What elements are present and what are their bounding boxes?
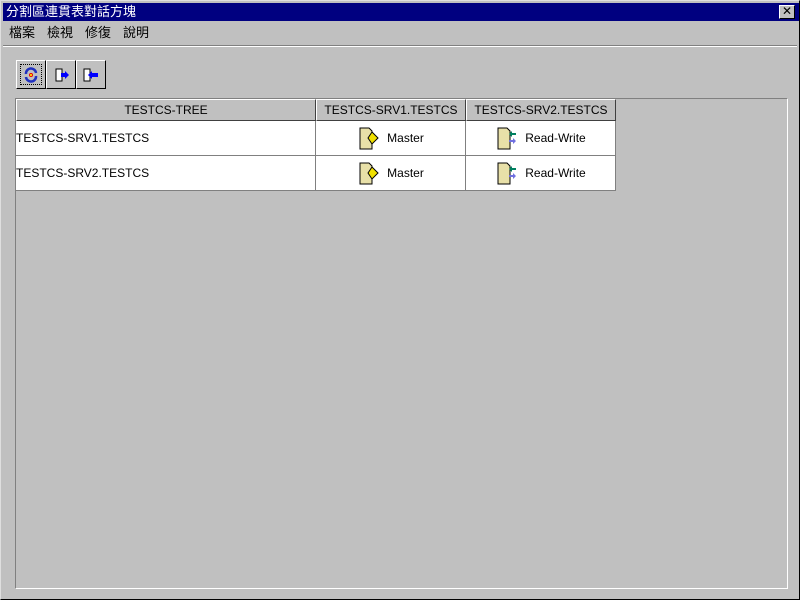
row-name: TESTCS-SRV1.TESTCS [16, 121, 316, 156]
refresh-button[interactable] [16, 60, 46, 89]
dialog-window: 分割區連貫表對話方塊 ✕ 檔案 檢視 修復 說明 TESTCS-TREE TES… [0, 0, 800, 600]
close-button[interactable]: ✕ [779, 5, 795, 19]
row-name: TESTCS-SRV2.TESTCS [16, 156, 316, 191]
replica-cell[interactable]: Master [316, 121, 466, 156]
title-bar: 分割區連貫表對話方塊 ✕ [3, 3, 799, 21]
master-server-icon [357, 126, 379, 150]
replica-type: Master [387, 166, 424, 180]
replica-cell[interactable]: Master [316, 156, 466, 191]
read-write-server-icon [495, 161, 517, 185]
column-header-srv1[interactable]: TESTCS-SRV1.TESTCS [316, 99, 466, 121]
column-header-srv2[interactable]: TESTCS-SRV2.TESTCS [466, 99, 616, 121]
column-header-tree[interactable]: TESTCS-TREE [16, 99, 316, 121]
export-button[interactable] [46, 60, 76, 89]
door-out-icon [55, 68, 69, 81]
refresh-icon [24, 66, 38, 83]
menu-separator [3, 45, 797, 47]
master-server-icon [357, 161, 379, 185]
door-in-icon [83, 68, 98, 81]
replica-type: Read-Write [525, 131, 586, 145]
partition-table: TESTCS-TREE TESTCS-SRV1.TESTCS TESTCS-SR… [15, 98, 788, 589]
import-button[interactable] [76, 60, 106, 89]
replica-type: Master [387, 131, 424, 145]
replica-type: Read-Write [525, 166, 586, 180]
replica-cell[interactable]: Read-Write [466, 156, 616, 191]
menu-help[interactable]: 說明 [117, 23, 155, 43]
menu-repair[interactable]: 修復 [79, 23, 117, 43]
replica-cell[interactable]: Read-Write [466, 121, 616, 156]
window-title: 分割區連貫表對話方塊 [6, 4, 137, 19]
menu-file[interactable]: 檔案 [3, 23, 41, 43]
menu-bar: 檔案 檢視 修復 說明 [3, 23, 155, 43]
read-write-server-icon [495, 126, 517, 150]
menu-view[interactable]: 檢視 [41, 23, 79, 43]
